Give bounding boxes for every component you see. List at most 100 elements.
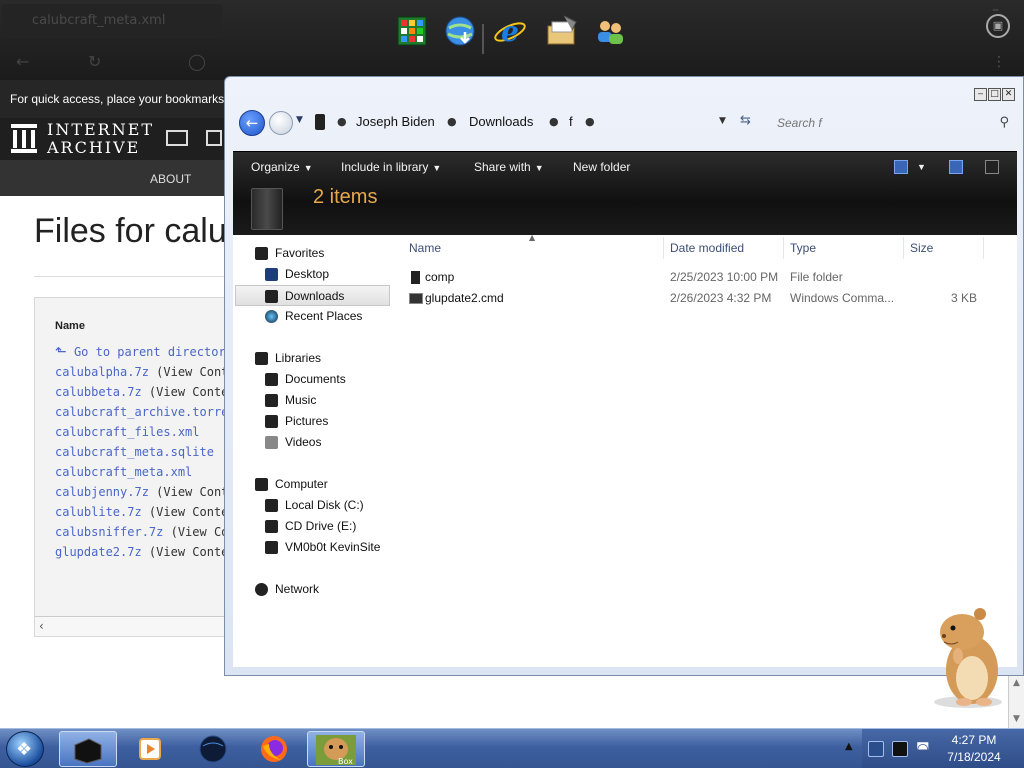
taskbar-firefox[interactable] <box>245 731 303 767</box>
scroll-left-icon[interactable]: ‹ <box>39 619 44 633</box>
search-input[interactable] <box>777 111 987 135</box>
explorer-window: ‒ □ ✕ ← ▼ ● Joseph Biden ● Downloads ● f ●… <box>224 76 1024 676</box>
show-hidden-icons-button[interactable]: ▲ <box>845 741 853 752</box>
network-icon[interactable] <box>892 741 908 757</box>
horizontal-scrollbar[interactable]: ‹ <box>35 616 233 636</box>
search-box: ⚲ <box>773 110 1013 136</box>
command-bar: Organize ▼ Include in library ▼ Share with… <box>233 151 1017 235</box>
browser-tab[interactable]: calubcraft_meta.xml <box>2 4 222 38</box>
organize-button[interactable]: Organize ▼ <box>251 160 313 174</box>
address-dropdown[interactable]: ▼ <box>719 116 726 126</box>
browser-window-controls: – ⋮ <box>984 0 1014 80</box>
breadcrumb-downloads[interactable]: Downloads <box>469 114 533 129</box>
nav-network-share[interactable]: VM0b0t KevinSite <box>233 537 401 558</box>
nav-videos[interactable]: Videos <box>233 432 401 453</box>
scroll-up-icon[interactable]: ▲ <box>1009 678 1024 688</box>
cmd-file-icon <box>409 293 423 304</box>
change-view-icon[interactable] <box>894 160 908 174</box>
file-row[interactable]: comp 2/25/2023 10:00 PM File folder <box>403 267 1017 288</box>
book-icon[interactable] <box>206 130 222 146</box>
site-name-line2: ARCHIVE <box>47 138 141 157</box>
briefcase-icon[interactable]: ▣ <box>986 14 1010 38</box>
browser-back-icon[interactable]: ← <box>16 52 29 71</box>
breadcrumb-separator[interactable]: ● <box>337 115 347 128</box>
column-divider[interactable] <box>783 237 784 259</box>
column-header-name[interactable]: Name <box>409 241 441 255</box>
column-header-date-modified[interactable]: Date modified <box>670 241 744 255</box>
nav-recent-places[interactable]: Recent Places <box>233 306 401 327</box>
column-header-size[interactable]: Size <box>910 241 933 255</box>
videos-icon <box>265 436 278 449</box>
breadcrumb-separator[interactable]: ● <box>549 115 559 128</box>
start-button[interactable]: ❖ <box>6 731 44 767</box>
vertical-scrollbar[interactable]: ▲ ▼ <box>1008 676 1024 728</box>
breadcrumb-separator[interactable]: ● <box>447 115 457 128</box>
rubik-cube-icon[interactable] <box>392 14 432 54</box>
back-button[interactable]: ← <box>239 110 265 136</box>
refresh-icon[interactable]: ⇆ <box>740 113 751 128</box>
column-divider[interactable] <box>983 237 984 259</box>
nav-documents[interactable]: Documents <box>233 369 401 390</box>
chevron-down-icon: ▼ <box>534 163 544 173</box>
users-icon[interactable] <box>590 14 630 54</box>
hamster-desktop-pet-icon[interactable] <box>928 602 1008 710</box>
chevron-down-icon: ▼ <box>303 163 313 173</box>
archive-logo-icon[interactable] <box>10 122 38 154</box>
scroll-down-icon[interactable]: ▼ <box>1009 714 1024 724</box>
new-folder-button[interactable]: New folder <box>573 160 630 174</box>
mail-folder-icon[interactable] <box>542 14 582 54</box>
clock-date[interactable]: 7/18/2024 <box>946 750 1002 764</box>
internet-explorer-icon[interactable]: e <box>490 14 530 54</box>
globe-download-icon[interactable] <box>440 14 480 54</box>
breadcrumb-f[interactable]: f <box>569 114 573 129</box>
nav-music[interactable]: Music <box>233 390 401 411</box>
taskbar-explorer[interactable] <box>59 731 117 767</box>
item-count: 2 items <box>313 186 378 208</box>
nav-cd-drive[interactable]: CD Drive (E:) <box>233 516 401 537</box>
nav-local-disk[interactable]: Local Disk (C:) <box>233 495 401 516</box>
browser-search-icon[interactable]: ◯ <box>188 52 206 71</box>
nav-pictures[interactable]: Pictures <box>233 411 401 432</box>
nav-desktop[interactable]: Desktop <box>233 264 401 285</box>
nav-computer[interactable]: Computer <box>233 474 401 495</box>
archive-site-name[interactable]: INTERNET ARCHIVE <box>47 121 154 157</box>
help-icon[interactable] <box>985 160 999 174</box>
web-icon[interactable] <box>166 130 188 146</box>
column-divider[interactable] <box>663 237 664 259</box>
column-header-name[interactable]: Name <box>55 320 85 332</box>
search-icon[interactable]: ⚲ <box>999 115 1009 130</box>
taskbar-media-player[interactable] <box>121 731 179 767</box>
preview-pane-icon[interactable] <box>949 160 963 174</box>
taskbar-globe[interactable] <box>184 731 242 767</box>
minimize-button[interactable]: ‒ <box>974 88 987 101</box>
documents-icon <box>265 373 278 386</box>
browser-reload-icon[interactable]: ↻ <box>88 52 101 71</box>
share-with-button[interactable]: Share with ▼ <box>474 160 544 174</box>
nav-favorites[interactable]: Favorites <box>233 243 401 264</box>
taskbar-box-app[interactable]: Box <box>307 731 365 767</box>
file-row[interactable]: glupdate2.cmd 2/26/2023 4:32 PM Windows … <box>403 288 1017 309</box>
breadcrumb-separator[interactable]: ● <box>585 115 595 128</box>
clock-time[interactable]: 4:27 PM <box>950 733 998 747</box>
browser-nav: ← ↻ ◯ <box>0 44 230 80</box>
include-in-library-button[interactable]: Include in library ▼ <box>341 160 441 174</box>
view-dropdown-icon[interactable]: ▼ <box>917 162 926 172</box>
breadcrumb-joseph-biden[interactable]: Joseph Biden <box>356 114 435 129</box>
maximize-button[interactable]: □ <box>988 88 1001 101</box>
arrow-left-icon: ← <box>245 114 259 132</box>
action-center-icon[interactable] <box>868 741 884 757</box>
about-link[interactable]: ABOUT <box>150 172 191 186</box>
recent-pages-dropdown[interactable]: ▼ <box>296 115 303 125</box>
forward-button[interactable] <box>269 111 293 135</box>
windows-logo-icon: ❖ <box>16 739 33 760</box>
nav-libraries[interactable]: Libraries <box>233 348 401 369</box>
column-divider[interactable] <box>903 237 904 259</box>
browser-menu-icon[interactable]: ⋮ <box>992 54 1006 70</box>
close-button[interactable]: ✕ <box>1002 88 1015 101</box>
column-header-type[interactable]: Type <box>790 241 816 255</box>
nav-network[interactable]: Network <box>233 579 401 600</box>
chevron-down-icon: ▼ <box>432 163 442 173</box>
volume-icon[interactable]: ◚ <box>916 741 932 757</box>
site-name-line1: INTERNET <box>47 120 155 139</box>
nav-downloads[interactable]: Downloads <box>235 285 390 306</box>
